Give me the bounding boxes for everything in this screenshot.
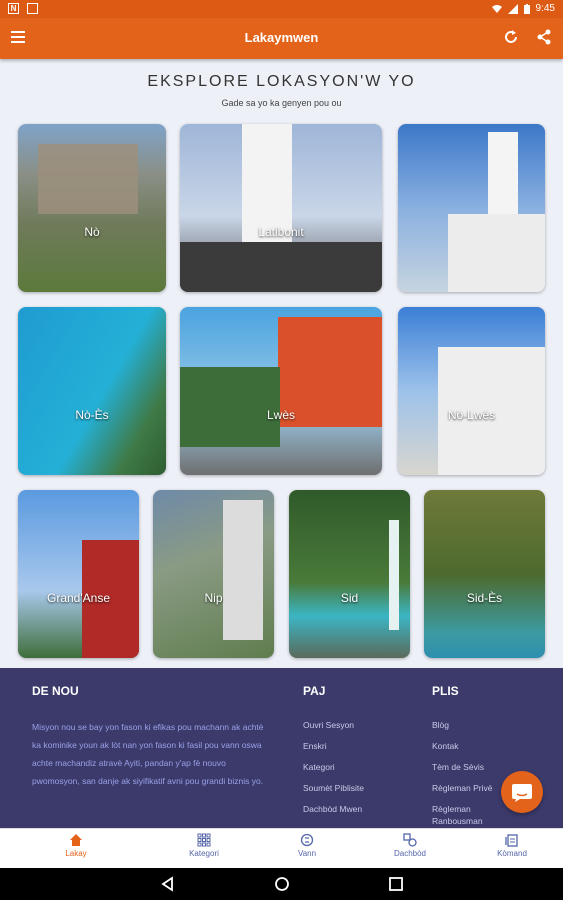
region-label: Grand'Anse — [47, 591, 110, 605]
bottom-nav: Lakay Kategori Vann Dachbòd Kòmand — [0, 828, 563, 869]
wifi-icon — [491, 4, 502, 13]
footer: DE NOU Misyon nou se bay yon fason ki ef… — [0, 668, 563, 828]
footer-mission-text: Misyon nou se bay yon fason ki efikas po… — [32, 722, 264, 786]
back-icon[interactable] — [160, 876, 176, 892]
share-icon[interactable] — [536, 29, 552, 45]
signal-icon — [507, 3, 518, 14]
region-tile-church[interactable] — [398, 124, 545, 292]
app-bar: Lakaymwen — [0, 18, 563, 59]
region-label: Nò-Ès — [75, 408, 109, 422]
chat-button[interactable] — [501, 771, 543, 813]
footer-link-submit-ad[interactable]: Soumèt Piblisite — [303, 783, 364, 804]
home-button-icon[interactable] — [274, 876, 290, 892]
nav-home-label: Lakay — [65, 849, 87, 858]
footer-link-register[interactable]: Enskri — [303, 741, 364, 762]
region-tile-sid[interactable]: Sid — [289, 490, 410, 658]
palace-image — [38, 144, 138, 214]
app-title: Lakaymwen — [244, 30, 319, 45]
monument-base-image — [180, 242, 382, 292]
region-label: Latibonit — [258, 225, 304, 239]
notification-n-icon: N — [8, 3, 19, 14]
region-label: Lwès — [266, 408, 295, 422]
orders-icon — [505, 834, 518, 847]
footer-link-privacy[interactable]: Règleman Privè — [432, 783, 492, 804]
sell-icon — [300, 833, 314, 847]
footer-link-login[interactable]: Ouvri Sesyon — [303, 720, 364, 741]
page-subtitle: Gade sa yo ka genyen pou ou — [221, 98, 342, 108]
recents-icon[interactable] — [388, 876, 404, 892]
nav-dashboard[interactable]: Dachbòd — [380, 833, 440, 858]
region-tile-no-lwes[interactable]: Nò-Lwès — [398, 307, 545, 475]
page-title: EKSPLORE LOKASYON'W YO — [147, 73, 416, 90]
grid-icon — [197, 833, 211, 847]
nav-categories[interactable]: Kategori — [174, 833, 234, 858]
footer-link-blog[interactable]: Blòg — [432, 720, 492, 741]
region-label: Sid — [340, 591, 359, 605]
footer-link-contact[interactable]: Kontak — [432, 741, 492, 762]
nav-dashboard-label: Dachbòd — [393, 849, 427, 858]
footer-link-rules[interactable]: Règleman — [432, 804, 492, 816]
region-label: Nò — [84, 225, 100, 239]
nav-sell[interactable]: Vann — [277, 833, 337, 858]
nav-sell-label: Vann — [297, 849, 317, 858]
church-image — [448, 214, 545, 292]
region-tile-lwes[interactable]: Lwès — [180, 307, 382, 475]
dashboard-icon — [403, 833, 417, 847]
region-tile-nip[interactable]: Nip — [153, 490, 274, 658]
system-nav-bar — [0, 868, 563, 900]
home-icon — [70, 834, 82, 846]
chat-icon — [512, 784, 532, 802]
footer-link-categories[interactable]: Kategori — [303, 762, 364, 783]
region-label: Nip — [204, 591, 223, 605]
nav-home[interactable]: Lakay — [46, 833, 106, 858]
footer-link-dashboard[interactable]: Dachbòd Mwen — [303, 804, 364, 825]
region-tile-grandanse[interactable]: Grand'Anse — [18, 490, 139, 658]
region-tile-latibonit[interactable]: Latibonit — [180, 124, 382, 292]
nav-orders[interactable]: Kòmand — [482, 833, 542, 858]
region-tile-no[interactable]: Nò — [18, 124, 166, 292]
footer-more-list: Blòg Kontak Tèm de Sèvis Règleman Privè … — [432, 720, 492, 837]
footer-pages-title: PAJ — [303, 684, 326, 698]
waterfall-image — [389, 520, 399, 630]
footer-link-terms[interactable]: Tèm de Sèvis — [432, 762, 492, 783]
footer-pages-list: Ouvri Sesyon Enskri Kategori Soumèt Pibl… — [303, 720, 364, 825]
refresh-icon[interactable] — [503, 29, 519, 45]
footer-more-title: PLIS — [432, 684, 459, 698]
clock: 9:45 — [535, 3, 555, 14]
region-label: Sid-Ès — [466, 591, 503, 605]
region-tile-sid-es[interactable]: Sid-Ès — [424, 490, 545, 658]
region-label: Nò-Lwès — [447, 408, 496, 422]
market-wing-image — [180, 367, 280, 447]
nav-categories-label: Kategori — [189, 849, 219, 858]
battery-icon — [523, 3, 530, 14]
status-bar: N 9:45 — [0, 0, 563, 18]
region-tile-no-es[interactable]: Nò-Ès — [18, 307, 166, 475]
notification-box-icon — [27, 3, 38, 14]
footer-about-title: DE NOU — [32, 684, 79, 698]
town-church-image — [223, 500, 263, 640]
nav-orders-label: Kòmand — [497, 849, 527, 858]
